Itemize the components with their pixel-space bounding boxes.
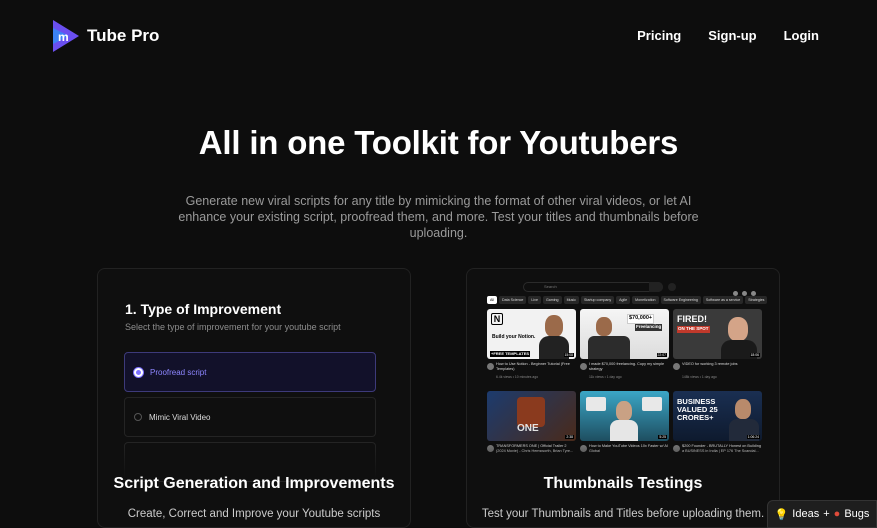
thumb-text: FIRED! [677, 314, 707, 324]
nav-pricing-link[interactable]: Pricing [637, 28, 681, 43]
chip: Music [563, 296, 579, 304]
video-thumbnail: N Build your Notion. +FREE TEMPLATES 15:… [487, 309, 576, 359]
channel-avatar [580, 363, 587, 370]
svg-text:m: m [58, 30, 69, 44]
duration: 22:07 [656, 353, 667, 357]
video-title: VIDEO for working 3 remote jobs [682, 362, 738, 366]
bug-icon: ● [833, 508, 841, 520]
chip: Live [528, 296, 541, 304]
brand-name: Tube Pro [87, 26, 160, 45]
hero-subtitle: Generate new viral scripts for any title… [178, 194, 699, 240]
chip: Startup company [580, 296, 615, 304]
face [616, 401, 632, 421]
thumb-text: $70,000+ [627, 314, 655, 324]
ideas-label: Ideas [792, 508, 820, 520]
video-thumbnail: $70,000+ Freelancing 22:07 [580, 309, 669, 359]
chip: Data Science [499, 296, 527, 304]
radio-selected-icon [134, 367, 143, 377]
duration: 1:06:24 [746, 435, 760, 439]
step-subtitle: Select the type of improvement for your … [125, 322, 341, 332]
chip: Software Engineering [660, 296, 701, 304]
yt-mic-icon [668, 283, 676, 291]
chip: Software as a service [702, 296, 744, 304]
feedback-badge[interactable]: 💡 Ideas + ● Bugs [767, 500, 877, 528]
screen-left [586, 397, 606, 411]
chip: Gaming [542, 296, 562, 304]
hero-title: All in one Toolkit for Youtubers [198, 124, 679, 161]
face [728, 317, 748, 341]
top-nav: m Tube Pro Pricing Sign-up Login [0, 0, 877, 72]
thumb-badge: Freelancing [635, 324, 663, 331]
plus-label: + [823, 508, 830, 520]
card-fade-overlay [467, 444, 779, 479]
face [596, 317, 612, 336]
duration: 15:08 [563, 353, 574, 357]
channel-avatar [487, 363, 494, 370]
card-description: Test your Thumbnails and Titles before u… [481, 508, 765, 520]
script-generation-card[interactable]: 1. Type of Improvement Select the type o… [97, 268, 411, 528]
laptop [588, 336, 630, 359]
chip: Agile [616, 296, 631, 304]
card-heading: Thumbnails Testings [543, 475, 703, 492]
brand-logo[interactable]: m Tube Pro [51, 18, 159, 54]
youtube-preview: Search All Data Science Live Gaming Musi… [483, 279, 767, 464]
nav-login-link[interactable]: Login [784, 28, 819, 43]
step-title: 1. Type of Improvement [125, 301, 282, 317]
bugs-label: Bugs [844, 508, 870, 520]
card-heading: Script Generation and Improvements [113, 475, 395, 492]
shirt [610, 420, 638, 441]
thumb-badge: +FREE TEMPLATES [490, 351, 531, 357]
option-mimic-viral-video[interactable]: Mimic Viral Video [124, 397, 376, 437]
video-thumbnail: 5:25 [580, 391, 669, 441]
thumb-text: BUSINESS VALUED 25 CRORES+ [677, 397, 718, 422]
radio-icon [134, 413, 142, 421]
chip: Monetization [632, 296, 659, 304]
option-label: Proofread script [150, 367, 207, 377]
option-label: Mimic Viral Video [149, 412, 211, 422]
face [735, 399, 751, 419]
nav-signup-link[interactable]: Sign-up [708, 28, 756, 43]
video-title: I made $70,000 freelancing. Copy my simp… [589, 362, 665, 371]
yt-search-bar: Search [523, 282, 663, 292]
video-thumbnail: ONE 2:38 [487, 391, 576, 441]
channel-avatar [673, 363, 680, 370]
option-proofread-script[interactable]: Proofread script [124, 352, 376, 392]
screen-right [642, 397, 662, 411]
video-meta: 148k views • 1 day ago [682, 375, 717, 379]
thumbnail-testing-card[interactable]: Search All Data Science Live Gaming Musi… [466, 268, 780, 528]
video-title: How to Use Notion - Beginner Tutorial (F… [496, 362, 570, 371]
card-fade-overlay [98, 444, 410, 479]
video-meta: 11k views • 1 day ago [589, 375, 622, 379]
thumb-text: ONE [517, 423, 539, 434]
card-description: Create, Correct and Improve your Youtube… [127, 508, 381, 520]
duration: 2:38 [565, 435, 574, 439]
thumb-badge: ON THE SPOT [677, 326, 710, 333]
yt-header-icons [729, 283, 759, 296]
video-thumbnail: FIRED! ON THE SPOT 18:06 [673, 309, 762, 359]
chip: Strategies [745, 296, 767, 304]
face [545, 315, 563, 337]
video-thumbnail: BUSINESS VALUED 25 CRORES+ 1:06:24 [673, 391, 762, 441]
duration: 18:06 [749, 353, 760, 357]
video-meta: 6.4k views • 10 minutes ago [496, 375, 539, 379]
yt-chips: All Data Science Live Gaming Music Start… [487, 296, 767, 306]
notion-icon: N [491, 313, 503, 325]
thumb-text: Build your Notion. [492, 334, 536, 340]
duration: 5:25 [658, 435, 667, 439]
chip: All [487, 296, 497, 304]
yt-search-icon [649, 282, 663, 292]
tube-pro-logo-icon: m [53, 20, 79, 52]
lightbulb-icon: 💡 [774, 508, 789, 521]
